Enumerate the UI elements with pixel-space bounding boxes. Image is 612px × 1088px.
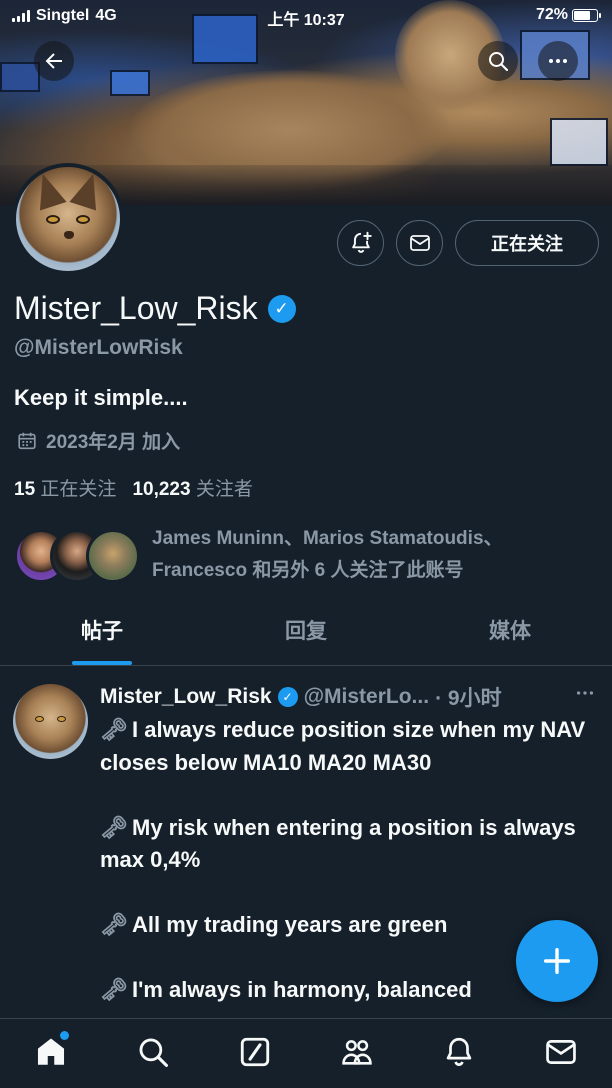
envelope-icon [409, 235, 430, 251]
post-author-handle[interactable]: @MisterLo... [304, 685, 430, 709]
plus-icon [543, 947, 571, 975]
nav-messages[interactable] [510, 1019, 612, 1085]
banner-screen [550, 118, 608, 166]
profile-bio: Keep it simple.... [14, 385, 188, 410]
profile-handle: @MisterLowRisk [14, 336, 183, 359]
back-button[interactable] [34, 41, 74, 81]
bell-plus-icon [351, 231, 372, 253]
post-time[interactable]: · 9小时 [435, 682, 502, 712]
profile-avatar[interactable] [12, 163, 124, 275]
bell-icon [446, 1037, 472, 1066]
tab-label: 媒体 [489, 620, 531, 643]
more-button[interactable] [538, 41, 578, 81]
followers-stat[interactable]: 10,223 关注者 [132, 474, 252, 501]
following-label: 正在关注 [40, 479, 117, 500]
avatar-nose [64, 231, 74, 239]
avatar[interactable] [13, 684, 88, 759]
compose-button[interactable] [516, 920, 598, 1002]
profile-tabs: 帖子 回复 媒体 [0, 600, 612, 666]
tab-label: 帖子 [81, 620, 123, 643]
more-icon [549, 59, 567, 63]
tab-media[interactable]: 媒体 [408, 600, 612, 665]
avatar-eye [76, 215, 90, 224]
notification-dot [60, 1031, 69, 1040]
joined-date: 2023年2月 加入 [46, 432, 181, 453]
verified-badge-icon: ✓ [277, 687, 298, 707]
known-followers-line: Francesco 和另外 6 人关注了此账号 [152, 560, 464, 581]
nav-home[interactable] [0, 1019, 102, 1085]
battery-percent: 72% [535, 6, 568, 23]
bottom-nav [0, 1018, 612, 1088]
tab-posts[interactable]: 帖子 [0, 600, 204, 665]
calendar-icon [18, 432, 36, 449]
avatar-eye [46, 215, 60, 224]
avatar-ear [69, 169, 107, 211]
known-followers-text: James Muninn、Marios Stamatoudis、 Frances… [152, 523, 503, 587]
following-button[interactable]: 正在关注 [455, 220, 599, 266]
avatar-eye [57, 716, 66, 722]
grok-icon [240, 1037, 270, 1067]
key-icon: 🗝 [100, 814, 128, 840]
joined-date-row: 2023年2月 加入 [16, 427, 180, 454]
post-line: I always reduce position size when my NA… [100, 717, 586, 775]
post-author-name[interactable]: Mister_Low_Risk [100, 685, 272, 709]
post-more-button[interactable] [574, 682, 596, 710]
search-button[interactable] [478, 41, 518, 81]
known-followers-avatars [14, 529, 140, 583]
post-line: All my trading years are green [132, 912, 448, 937]
avatar-ear [29, 169, 67, 211]
followers-count: 10,223 [132, 479, 191, 500]
status-bar: Singtel 4G 上午 10:37 72% [0, 0, 612, 32]
avatar-eye [35, 716, 44, 722]
message-button[interactable] [396, 220, 443, 266]
display-name: Mister_Low_Risk [14, 290, 258, 326]
key-icon: 🗝 [100, 912, 128, 937]
followers-label: 关注者 [195, 479, 253, 500]
follow-stats: 15 正在关注 10,223 关注者 [14, 474, 253, 501]
following-stat[interactable]: 15 正在关注 [14, 474, 116, 501]
active-tab-indicator [72, 661, 132, 665]
tab-replies[interactable]: 回复 [204, 600, 408, 665]
following-count: 15 [14, 479, 36, 500]
tab-label: 回复 [285, 620, 327, 643]
arrow-left-icon [45, 53, 62, 69]
nav-communities[interactable] [306, 1019, 408, 1085]
known-followers[interactable]: James Muninn、Marios Stamatoudis、 Frances… [14, 523, 604, 589]
communities-icon [342, 1040, 372, 1065]
known-followers-line: James Muninn、Marios Stamatoudis、 [152, 528, 503, 549]
post-line: My risk when entering a position is alwa… [100, 814, 576, 873]
notifications-button[interactable] [337, 220, 384, 266]
more-icon [576, 691, 594, 695]
search-icon [139, 1038, 169, 1068]
post-header: Mister_Low_Risk ✓ @MisterLo... · 9小时 [100, 682, 502, 712]
battery-icon [572, 8, 601, 22]
search-icon [489, 52, 509, 72]
post-line: I'm always in harmony, balanced [132, 977, 472, 1002]
nav-notifications[interactable] [408, 1019, 510, 1085]
key-icon: 🗝 [100, 717, 128, 742]
nav-grok[interactable] [204, 1019, 306, 1085]
home-icon [37, 1038, 65, 1065]
clock: 上午 10:37 [267, 12, 345, 29]
banner-screen [110, 70, 150, 96]
display-name-row: Mister_Low_Risk ✓ [14, 290, 296, 327]
avatar [86, 529, 140, 583]
verified-badge-icon[interactable]: ✓ [267, 294, 296, 323]
envelope-icon [546, 1040, 576, 1064]
nav-search[interactable] [102, 1019, 204, 1085]
